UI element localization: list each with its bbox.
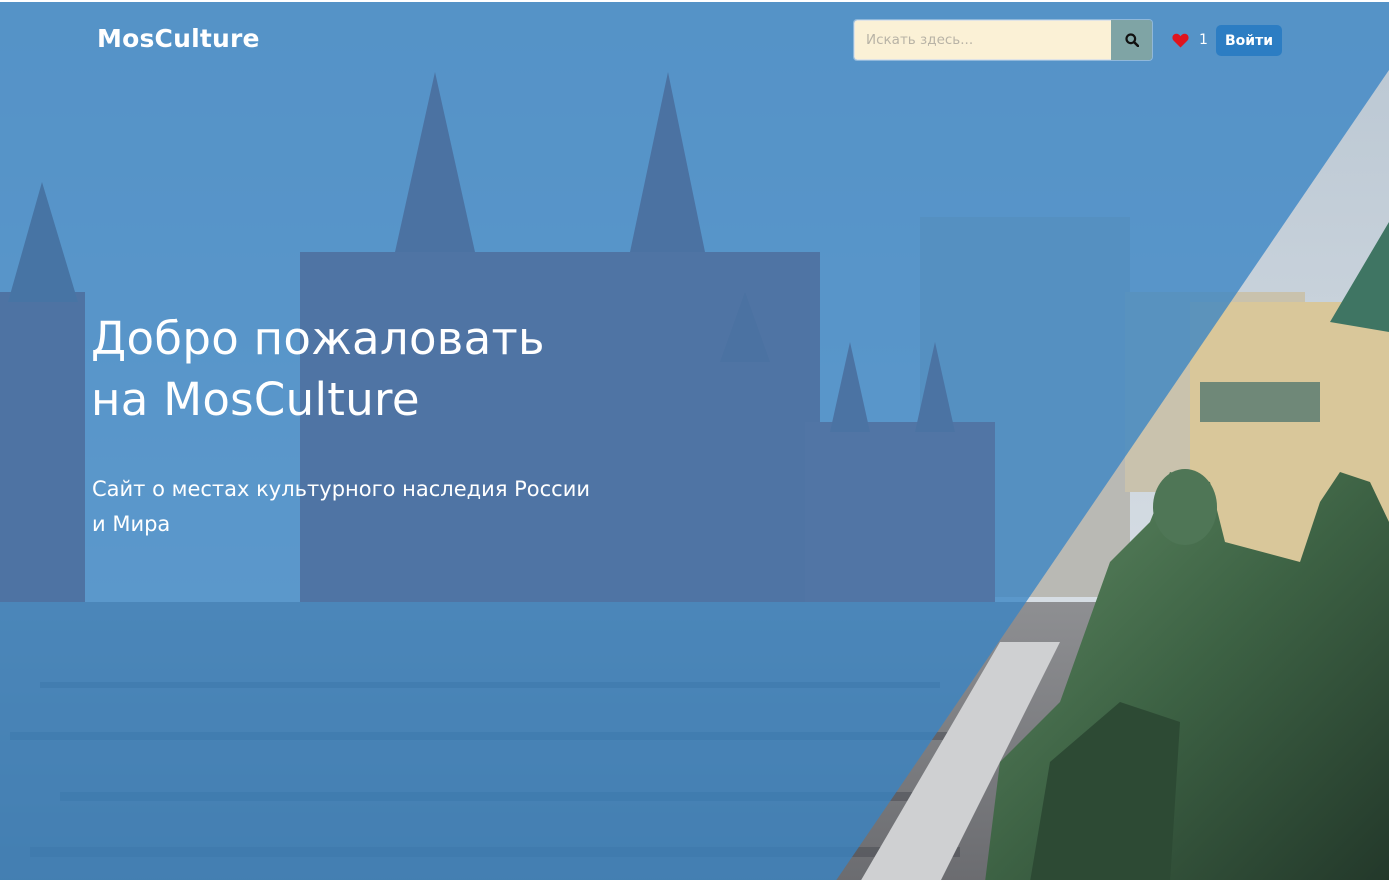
favorites-count: 1 (1199, 32, 1208, 48)
heart-icon (1172, 33, 1189, 47)
hero-subtitle-line-2: и Мира (92, 512, 171, 536)
hero-title-line-2: на MosCulture (91, 373, 420, 426)
search-button[interactable] (1111, 20, 1152, 60)
search-icon (1124, 33, 1139, 47)
login-button[interactable]: Войти (1216, 25, 1282, 56)
hero-subtitle-line-1: Сайт о местах культурного наследия Росси… (92, 477, 591, 501)
hero-title-line-1: Добро пожаловать (91, 312, 545, 365)
page: MosCulture 1 Войти Добро пожаловать на M… (0, 0, 1389, 880)
hero-title: Добро пожаловать на MosCulture (91, 308, 611, 430)
search-form (854, 20, 1152, 60)
favorites-link[interactable]: 1 (1172, 30, 1208, 50)
hero-subtitle: Сайт о местах культурного наследия Росси… (92, 472, 592, 542)
brand-logo-link[interactable]: MosCulture (97, 24, 260, 53)
search-input[interactable] (854, 20, 1111, 60)
